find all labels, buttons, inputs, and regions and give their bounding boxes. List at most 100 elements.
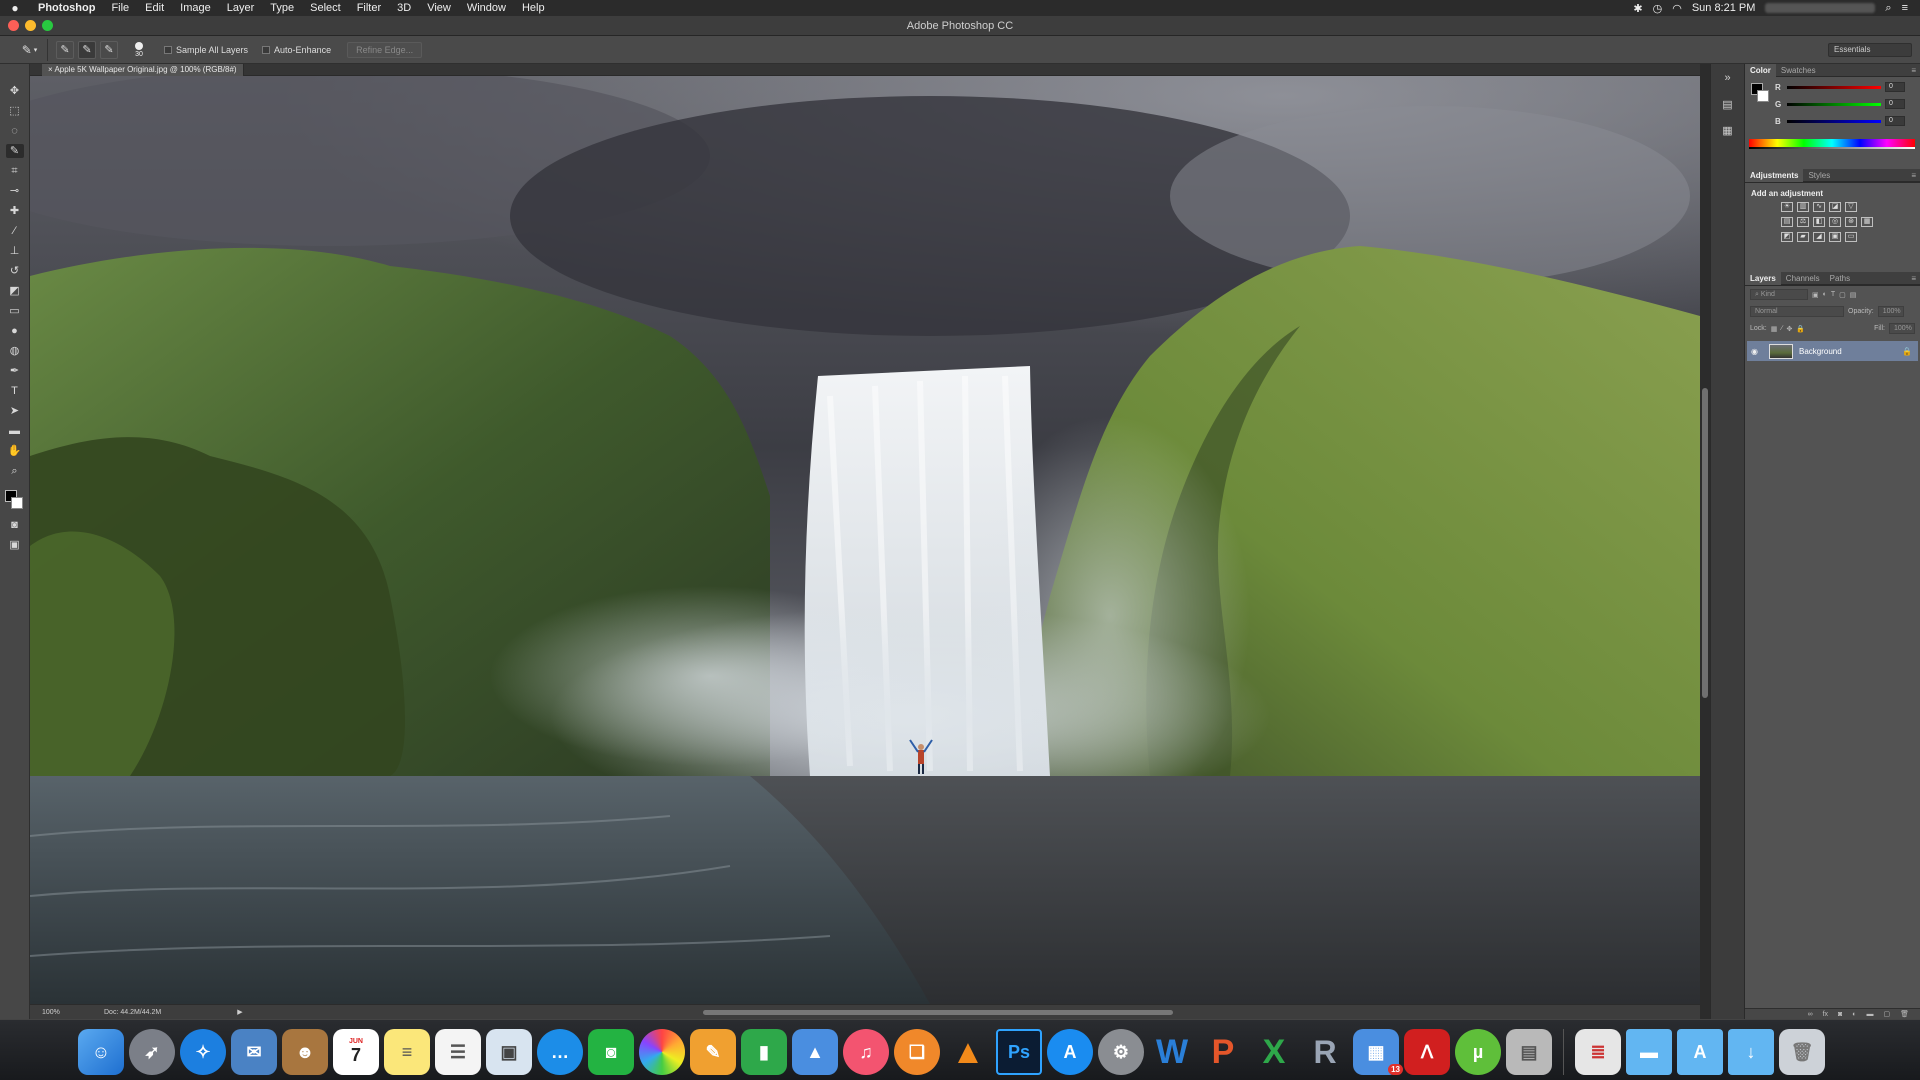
- messages-icon[interactable]: …: [537, 1029, 583, 1075]
- tab-adjustments[interactable]: Adjustments: [1745, 168, 1804, 182]
- pdf-doc-icon[interactable]: ≣: [1575, 1029, 1621, 1075]
- add-to-selection-button[interactable]: ✎: [78, 40, 96, 59]
- document-size-info[interactable]: Doc: 44.2M/44.2M: [104, 1009, 161, 1016]
- document-canvas[interactable]: [30, 76, 1700, 1004]
- delete-layer-icon[interactable]: 🗑: [1900, 1010, 1909, 1018]
- safari-icon[interactable]: ✧: [180, 1029, 226, 1075]
- brush-picker[interactable]: 30: [128, 39, 150, 61]
- menu-window[interactable]: Window: [459, 0, 514, 16]
- mail-icon[interactable]: ✉: [231, 1029, 277, 1075]
- filter-smart-object-icon[interactable]: ▤: [1850, 291, 1857, 299]
- blue-value-field[interactable]: 0: [1885, 116, 1905, 126]
- folder-icon[interactable]: ▬: [1626, 1029, 1672, 1075]
- opacity-field[interactable]: 100%: [1877, 306, 1904, 317]
- filter-adjustment-icon[interactable]: ◐: [1823, 291, 1827, 298]
- filter-shape-icon[interactable]: ▢: [1839, 291, 1846, 299]
- horizontal-scrollbar[interactable]: [702, 1009, 1173, 1015]
- blend-mode-select[interactable]: Normal: [1750, 306, 1844, 317]
- itunes-icon[interactable]: ♫: [843, 1029, 889, 1075]
- menu-help[interactable]: Help: [514, 0, 553, 16]
- zoom-tool-icon[interactable]: ⌕: [6, 464, 24, 478]
- subtract-selection-button[interactable]: ✎: [100, 40, 118, 59]
- document-tab[interactable]: × Apple 5K Wallpaper Original.jpg @ 100%…: [42, 64, 244, 76]
- minimize-window-button[interactable]: [25, 20, 36, 31]
- menu-filter[interactable]: Filter: [349, 0, 389, 16]
- refine-edge-button[interactable]: Refine Edge...: [347, 41, 423, 58]
- zoom-level[interactable]: 100%: [42, 1009, 66, 1016]
- launchpad-icon[interactable]: ➶: [129, 1029, 175, 1075]
- preview-icon[interactable]: ▣: [486, 1029, 532, 1075]
- menu-type[interactable]: Type: [262, 0, 302, 16]
- trash-icon[interactable]: 🗑: [1779, 1029, 1825, 1075]
- black-white-icon[interactable]: ◧: [1813, 217, 1825, 227]
- menu-view[interactable]: View: [419, 0, 459, 16]
- new-group-icon[interactable]: ▬: [1866, 1011, 1873, 1018]
- contacts-icon[interactable]: ☻: [282, 1029, 328, 1075]
- vibrance-icon[interactable]: ▽: [1845, 202, 1857, 212]
- invert-icon[interactable]: ◩: [1781, 232, 1793, 242]
- posterize-icon[interactable]: ▰: [1797, 232, 1809, 242]
- green-value-field[interactable]: 0: [1885, 99, 1905, 109]
- green-slider[interactable]: [1787, 102, 1881, 106]
- sample-all-layers-checkbox[interactable]: Sample All Layers: [164, 45, 248, 55]
- powerpoint-icon[interactable]: P: [1200, 1029, 1246, 1075]
- vlc-icon[interactable]: ▲: [945, 1029, 991, 1075]
- facetime-icon[interactable]: ◙: [588, 1029, 634, 1075]
- bluetooth-icon[interactable]: ✱: [1633, 2, 1642, 15]
- panel-menu-icon[interactable]: ≡: [1911, 169, 1916, 182]
- layer-style-icon[interactable]: fx: [1823, 1011, 1828, 1018]
- lock-transparent-icon[interactable]: ▦: [1771, 325, 1778, 333]
- status-menu-arrow-icon[interactable]: ▶: [237, 1008, 242, 1016]
- menu-select[interactable]: Select: [302, 0, 349, 16]
- layer-kind-filter[interactable]: ⌕ Kind: [1750, 289, 1808, 300]
- tab-color[interactable]: Color: [1745, 63, 1776, 77]
- tab-paths[interactable]: Paths: [1825, 272, 1855, 285]
- appstore-icon[interactable]: A: [1047, 1029, 1093, 1075]
- pages-icon[interactable]: ✎: [690, 1029, 736, 1075]
- menu-3d[interactable]: 3D: [389, 0, 419, 16]
- new-layer-icon[interactable]: ▢: [1883, 1010, 1890, 1018]
- workspace-switcher[interactable]: Essentials: [1828, 42, 1912, 57]
- wifi-icon[interactable]: ◠: [1672, 2, 1682, 15]
- menu-photoshop[interactable]: Photoshop: [30, 0, 103, 16]
- new-selection-button[interactable]: ✎: [56, 40, 74, 59]
- utorrent-icon[interactable]: µ: [1455, 1029, 1501, 1075]
- vertical-scrollbar[interactable]: [1700, 64, 1710, 1019]
- calendar-icon[interactable]: JUN 7: [333, 1029, 379, 1075]
- tab-styles[interactable]: Styles: [1803, 169, 1835, 182]
- visibility-eye-icon[interactable]: ◉: [1751, 347, 1763, 356]
- properties-panel-icon[interactable]: ▦: [1719, 124, 1737, 140]
- blue-slider[interactable]: [1787, 119, 1881, 123]
- reminders-icon[interactable]: ☰: [435, 1029, 481, 1075]
- acrobat-icon[interactable]: ᐱ: [1404, 1029, 1450, 1075]
- scrollbar-thumb[interactable]: [1702, 388, 1708, 698]
- tab-swatches[interactable]: Swatches: [1776, 64, 1821, 77]
- tab-layers[interactable]: Layers: [1745, 271, 1781, 285]
- zoom-window-button[interactable]: [42, 20, 53, 31]
- auto-enhance-checkbox[interactable]: Auto-Enhance: [262, 45, 331, 55]
- finder-icon[interactable]: ☺: [78, 1029, 124, 1075]
- ibooks-icon[interactable]: ❑: [894, 1029, 940, 1075]
- color-swatches[interactable]: [4, 490, 25, 512]
- photo-filter-icon[interactable]: ◎: [1829, 217, 1841, 227]
- photoshop-icon[interactable]: Ps: [996, 1029, 1042, 1075]
- lock-all-icon[interactable]: 🔒: [1796, 325, 1805, 333]
- filter-type-icon[interactable]: T: [1831, 291, 1835, 298]
- type-tool-icon[interactable]: T: [6, 384, 24, 398]
- archive-icon[interactable]: ▤: [1506, 1029, 1552, 1075]
- spotlight-icon[interactable]: ⌕: [1885, 2, 1891, 15]
- exposure-icon[interactable]: ◪: [1829, 202, 1841, 212]
- brightness-icon[interactable]: ☀: [1781, 202, 1793, 212]
- menu-image[interactable]: Image: [172, 0, 219, 16]
- menubar-clock[interactable]: Sun 8:21 PM: [1692, 2, 1756, 14]
- r-icon[interactable]: R: [1302, 1029, 1348, 1075]
- apple-menu-icon[interactable]: ●: [0, 1, 30, 15]
- menu-file[interactable]: File: [103, 0, 137, 16]
- rectangle-tool-icon[interactable]: ▬: [6, 424, 24, 438]
- color-spectrum-ramp[interactable]: [1749, 139, 1915, 149]
- dodge-tool-icon[interactable]: ◍: [6, 344, 24, 358]
- notification-center-icon[interactable]: ≡: [1902, 2, 1908, 14]
- path-selection-tool-icon[interactable]: ➤: [6, 404, 24, 418]
- menu-edit[interactable]: Edit: [137, 0, 172, 16]
- new-adjustment-layer-icon[interactable]: ◐: [1852, 1011, 1856, 1018]
